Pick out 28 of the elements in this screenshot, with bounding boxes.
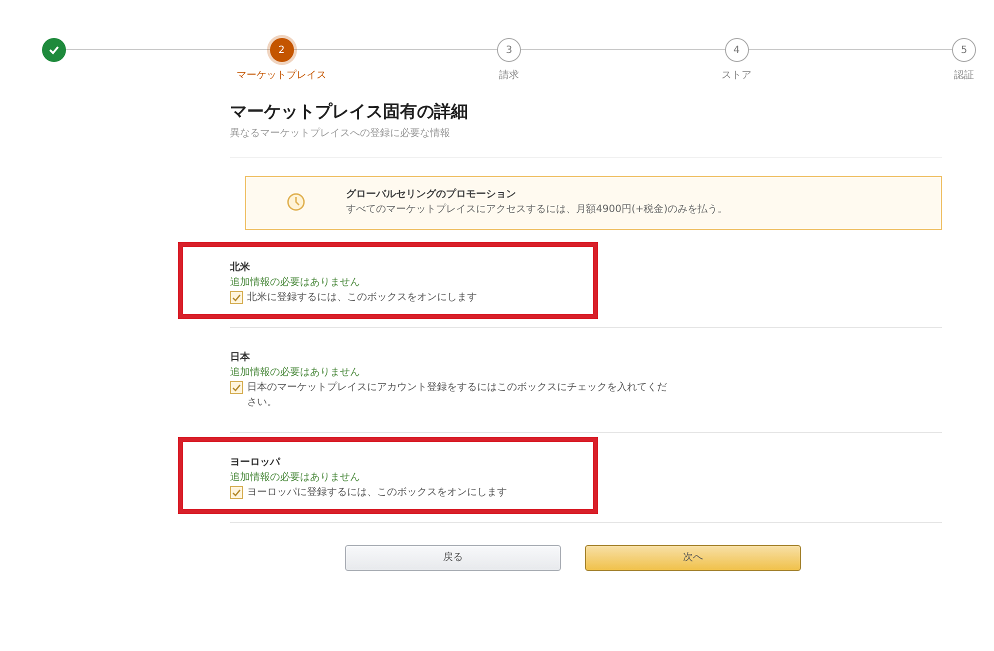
- back-button[interactable]: 戻る: [345, 544, 561, 570]
- next-button[interactable]: 次へ: [585, 544, 801, 570]
- checkbox-label: 北米に登録するには、このボックスをオンにします: [247, 290, 477, 304]
- region-name: 北米: [230, 260, 251, 274]
- step-indicator[interactable]: 3: [497, 38, 521, 62]
- clock-icon: [286, 192, 306, 212]
- step-label: マーケットプレイス: [236, 68, 326, 83]
- step-indicator[interactable]: [42, 38, 66, 62]
- checkbox[interactable]: [230, 380, 243, 394]
- checkbox-label: ヨーロッパに登録するには、このボックスをオンにします: [247, 486, 507, 500]
- region-name: ヨーロッパ: [230, 456, 282, 470]
- step-indicator[interactable]: 2: [270, 38, 294, 62]
- step-label: ストア: [722, 69, 752, 83]
- promotion-text: すべてのマーケットプレイスにアクセスするには、月額4900円(+税金)のみを払う。: [346, 202, 728, 216]
- checkbox[interactable]: [230, 486, 243, 498]
- region-note: 追加情報の必要はありません: [230, 276, 361, 290]
- region-note: 追加情報の必要はありません: [230, 366, 361, 380]
- step-label: 認証: [954, 68, 974, 83]
- region-name: 日本: [230, 350, 251, 364]
- step-indicator[interactable]: 5: [952, 38, 976, 62]
- region-note: 追加情報の必要はありません: [230, 470, 361, 484]
- step-label: 請求: [499, 68, 519, 83]
- page-title: マーケットプレイス固有の詳細: [230, 101, 469, 124]
- promotion-title: グローバルセリングのプロモーション: [346, 187, 517, 202]
- step-indicator[interactable]: 4: [724, 38, 748, 62]
- page-subtitle: 異なるマーケットプレイスへの登録に必要な情報: [230, 126, 451, 140]
- checkbox[interactable]: [230, 290, 243, 304]
- checkbox-label: 日本のマーケットプレイスにアカウント登録をするにはこのボックスにチェックを入れてください。: [247, 380, 668, 410]
